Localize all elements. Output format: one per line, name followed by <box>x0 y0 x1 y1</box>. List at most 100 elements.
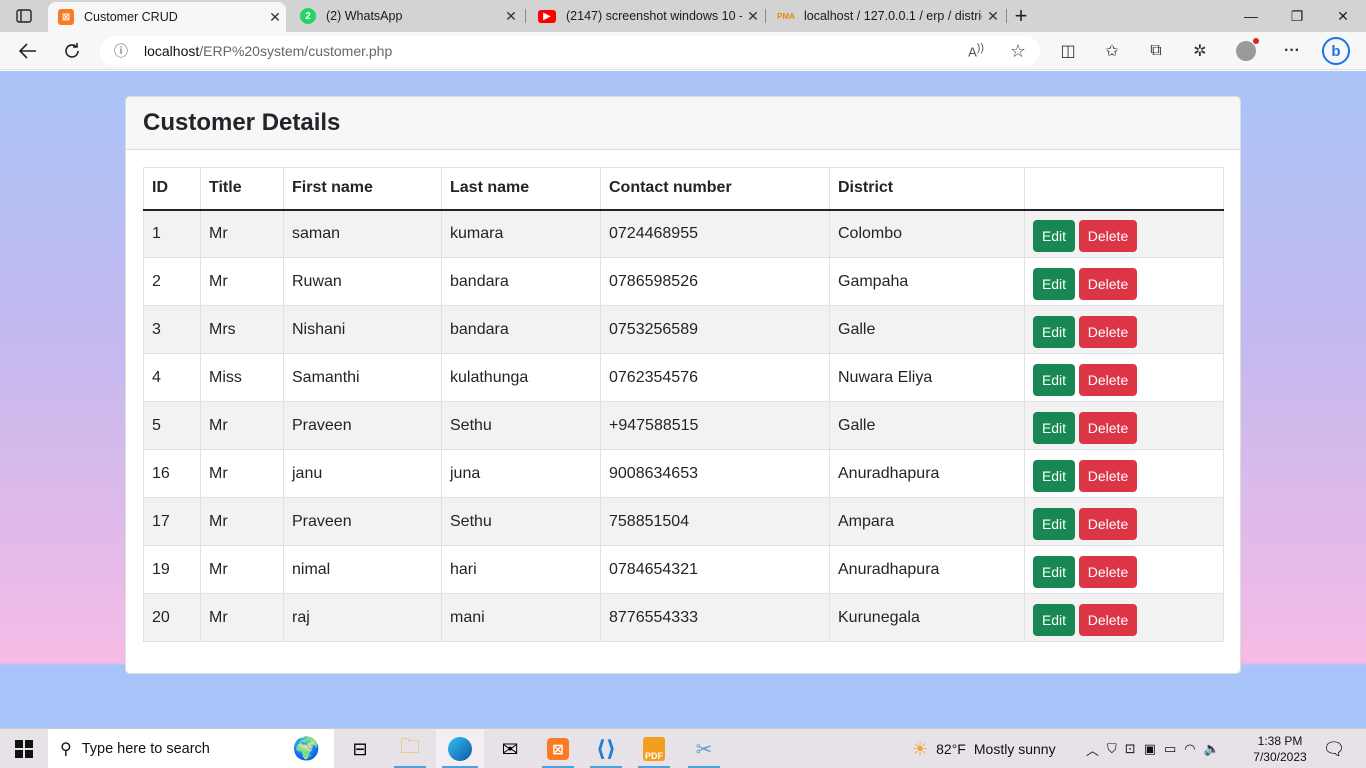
card-header: Customer Details <box>126 97 1240 150</box>
wifi-icon[interactable]: ◠ <box>1184 741 1195 757</box>
delete-button[interactable]: Delete <box>1079 555 1137 588</box>
cell-actions: Edit Delete <box>1024 401 1224 450</box>
delete-button[interactable]: Delete <box>1079 459 1137 492</box>
back-icon[interactable] <box>14 38 42 64</box>
more-menu-icon[interactable]: ··· <box>1278 38 1306 64</box>
delete-button[interactable]: Delete <box>1079 603 1137 636</box>
meet-icon[interactable]: ⊡ <box>1125 741 1136 757</box>
cell-actions: Edit Delete <box>1024 545 1224 594</box>
split-screen-icon[interactable]: ◫ <box>1054 38 1082 64</box>
profile-avatar-icon[interactable] <box>1232 38 1260 64</box>
cell-contact-number: 758851504 <box>600 497 830 546</box>
vscode-icon[interactable]: ⟨⟩ <box>584 729 628 768</box>
cell-contact-number: 0724468955 <box>600 209 830 258</box>
favorite-star-icon[interactable]: ☆ <box>1010 41 1026 62</box>
windows-taskbar: ⚲ Type here to search 🌍 ⊟ 🗀 ✉ ⊠ ⟨⟩ PDF ✂… <box>0 728 1366 768</box>
tab-title: (2) WhatsApp <box>326 9 403 23</box>
task-view-icon[interactable]: ⊟ <box>340 729 380 768</box>
search-placeholder: Type here to search <box>81 741 210 757</box>
cell-title: Mr <box>200 497 284 546</box>
extensions-icon[interactable]: ✲ <box>1186 38 1214 64</box>
edit-button[interactable]: Edit <box>1033 363 1075 396</box>
cell-last-name: Sethu <box>441 401 601 450</box>
cell-actions: Edit Delete <box>1024 449 1224 498</box>
delete-button[interactable]: Delete <box>1079 315 1137 348</box>
edit-button[interactable]: Edit <box>1033 219 1075 252</box>
column-header-first-name: First name <box>283 167 442 211</box>
read-aloud-icon[interactable]: A)) <box>968 42 984 59</box>
windows-start-icon[interactable] <box>0 729 48 768</box>
tab-youtube[interactable]: ▶ (2147) screenshot windows 10 - Y ✕ <box>528 0 764 32</box>
cell-first-name: saman <box>283 209 442 258</box>
delete-button[interactable]: Delete <box>1079 267 1137 300</box>
security-icon[interactable]: ⛉ <box>1107 741 1117 757</box>
table-row: 5 Mr Praveen Sethu +947588515 Galle Edit Delete <box>143 401 1224 450</box>
edge-taskbar-icon[interactable] <box>436 729 484 768</box>
table-row: 1 Mr saman kumara 0724468955 Colombo Edit Delet… <box>143 209 1224 258</box>
table-row: 3 Mrs Nishani bandara 0753256589 Galle Edit Del… <box>143 305 1224 354</box>
delete-button[interactable]: Delete <box>1079 219 1137 252</box>
search-icon: ⚲ <box>60 741 72 758</box>
tab-title: (2147) screenshot windows 10 - Y <box>566 9 742 23</box>
edit-button[interactable]: Edit <box>1033 507 1075 540</box>
cell-first-name: Samanthi <box>283 353 442 402</box>
favorites-icon[interactable]: ✩ <box>1098 38 1126 64</box>
snipping-tool-icon[interactable]: ✂ <box>682 729 726 768</box>
cell-actions: Edit Delete <box>1024 209 1224 258</box>
url-host: localhost <box>144 43 200 59</box>
address-bar[interactable]: ⓘ localhost/ERP%20system/customer.php A)… <box>100 36 1040 66</box>
bing-chat-icon[interactable]: b <box>1322 37 1350 65</box>
info-icon[interactable]: ⓘ <box>114 41 144 61</box>
mail-icon[interactable]: ✉ <box>488 729 532 768</box>
cell-district: Colombo <box>829 209 1025 258</box>
battery-icon[interactable]: ▭ <box>1164 741 1176 757</box>
clock-time: 1:38 PM <box>1257 734 1303 748</box>
tab-title: localhost / 127.0.0.1 / erp / distric <box>804 9 982 23</box>
edit-button[interactable]: Edit <box>1033 267 1075 300</box>
collections-icon[interactable]: ⧉ <box>1142 38 1170 64</box>
delete-button[interactable]: Delete <box>1079 507 1137 540</box>
cell-last-name: hari <box>441 545 601 594</box>
tab-whatsapp[interactable]: 2 (2) WhatsApp ✕ <box>290 0 522 32</box>
cell-id: 16 <box>143 449 201 498</box>
close-window-button[interactable]: ✕ <box>1320 0 1366 32</box>
delete-button[interactable]: Delete <box>1079 363 1137 396</box>
clock-date: 7/30/2023 <box>1253 750 1307 764</box>
xampp-taskbar-icon[interactable]: ⊠ <box>536 729 580 768</box>
edit-button[interactable]: Edit <box>1033 555 1075 588</box>
url-path: /ERP%20system/customer.php <box>199 43 393 59</box>
minimize-button[interactable]: — <box>1228 0 1274 32</box>
youtube-icon: ▶ <box>538 9 556 23</box>
volume-icon[interactable]: 🔈 <box>1204 741 1220 757</box>
new-tab-button[interactable]: + <box>1000 0 1042 32</box>
edit-button[interactable]: Edit <box>1033 315 1075 348</box>
cell-title: Mr <box>200 209 284 258</box>
close-tab-icon[interactable]: ✕ <box>742 8 764 25</box>
edit-button[interactable]: Edit <box>1033 459 1075 492</box>
table-row: 19 Mr nimal hari 0784654321 Anuradhapura Edit D… <box>143 545 1224 594</box>
cell-first-name: Praveen <box>283 401 442 450</box>
tab-actions-icon[interactable] <box>10 3 38 29</box>
edit-button[interactable]: Edit <box>1033 603 1075 636</box>
refresh-icon[interactable] <box>58 38 86 64</box>
show-hidden-icons-icon[interactable]: ︿ <box>1086 740 1099 759</box>
tab-customer-crud[interactable]: ⊠ Customer CRUD ✕ <box>48 2 286 32</box>
close-tab-icon[interactable]: ✕ <box>264 9 286 26</box>
cell-district: Anuradhapura <box>829 449 1025 498</box>
notifications-icon[interactable]: 🗨 <box>1316 729 1352 768</box>
cell-contact-number: 8776554333 <box>600 593 830 642</box>
table-row: 2 Mr Ruwan bandara 0786598526 Gampaha Edit Dele… <box>143 257 1224 306</box>
tab-phpmyadmin[interactable]: PMA localhost / 127.0.0.1 / erp / distri… <box>768 0 1004 32</box>
file-explorer-icon[interactable]: 🗀 <box>388 729 432 768</box>
taskbar-search-box[interactable]: ⚲ Type here to search 🌍 <box>48 729 334 768</box>
edit-button[interactable]: Edit <box>1033 411 1075 444</box>
delete-button[interactable]: Delete <box>1079 411 1137 444</box>
restore-button[interactable]: ❐ <box>1274 0 1320 32</box>
pdf-app-icon[interactable]: PDF <box>632 729 676 768</box>
weather-widget[interactable]: ☀ 82°F Mostly sunny <box>912 729 1056 768</box>
close-tab-icon[interactable]: ✕ <box>500 8 522 25</box>
clock[interactable]: 1:38 PM 7/30/2023 <box>1250 729 1310 768</box>
display-icon[interactable]: ▣ <box>1144 741 1156 757</box>
table-row: 4 Miss Samanthi kulathunga 0762354576 Nuwara … <box>143 353 1224 402</box>
cell-first-name: raj <box>283 593 442 642</box>
